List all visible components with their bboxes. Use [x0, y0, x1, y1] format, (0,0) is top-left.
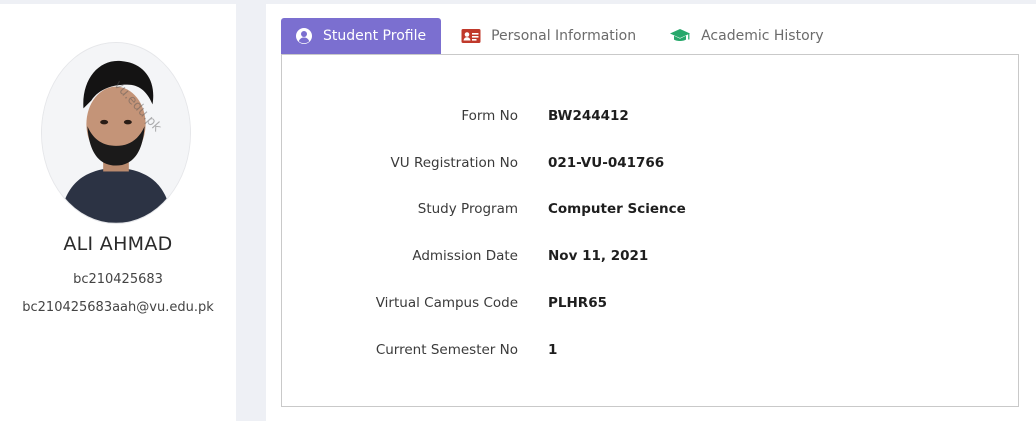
detail-value: Nov 11, 2021 [548, 248, 649, 264]
tab-personal-information[interactable]: Personal Information [441, 18, 651, 54]
detail-row-virtual-campus-code: Virtual Campus Code PLHR65 [282, 295, 1020, 315]
detail-label: Virtual Campus Code [375, 295, 518, 311]
tab-academic-history[interactable]: Academic History [651, 18, 838, 54]
detail-row-study-program: Study Program Computer Science [282, 201, 1020, 221]
tab-label: Personal Information [491, 28, 637, 44]
student-profile-content: Form No BW244412 VU Registration No 021-… [281, 54, 1019, 407]
detail-label: Form No [461, 108, 518, 124]
tab-label: Student Profile [323, 28, 427, 44]
detail-value: 021-VU-041766 [548, 155, 665, 171]
detail-value: 1 [548, 342, 558, 358]
id-card-icon [461, 28, 481, 44]
detail-label: Current Semester No [375, 342, 518, 358]
detail-value: Computer Science [548, 201, 686, 217]
student-id: bc210425683 [73, 272, 163, 287]
detail-row-admission-date: Admission Date Nov 11, 2021 [282, 248, 1020, 268]
detail-row-vu-registration-no: VU Registration No 021-VU-041766 [282, 155, 1020, 175]
profile-photo: vu.edu.pk [41, 42, 191, 224]
profile-details-panel: Student Profile Personal Information Aca… [266, 4, 1036, 421]
detail-value: PLHR65 [548, 295, 607, 311]
tab-student-profile[interactable]: Student Profile [281, 18, 442, 54]
user-circle-icon [295, 27, 313, 45]
graduation-cap-icon [669, 28, 691, 44]
detail-label: VU Registration No [390, 155, 518, 171]
detail-value: BW244412 [548, 108, 629, 124]
detail-row-current-semester-no: Current Semester No 1 [282, 342, 1020, 362]
profile-sidebar: vu.edu.pk ALI AHMAD bc210425683 bc210425… [0, 4, 236, 421]
tab-label: Academic History [701, 28, 824, 44]
detail-label: Study Program [417, 201, 518, 217]
student-email: bc210425683aah@vu.edu.pk [22, 300, 214, 315]
avatar-image: vu.edu.pk [42, 43, 190, 223]
student-name: ALI AHMAD [63, 233, 173, 255]
detail-label: Admission Date [412, 248, 518, 264]
detail-row-form-no: Form No BW244412 [282, 108, 1020, 128]
profile-tabs: Student Profile Personal Information Aca… [281, 18, 838, 54]
